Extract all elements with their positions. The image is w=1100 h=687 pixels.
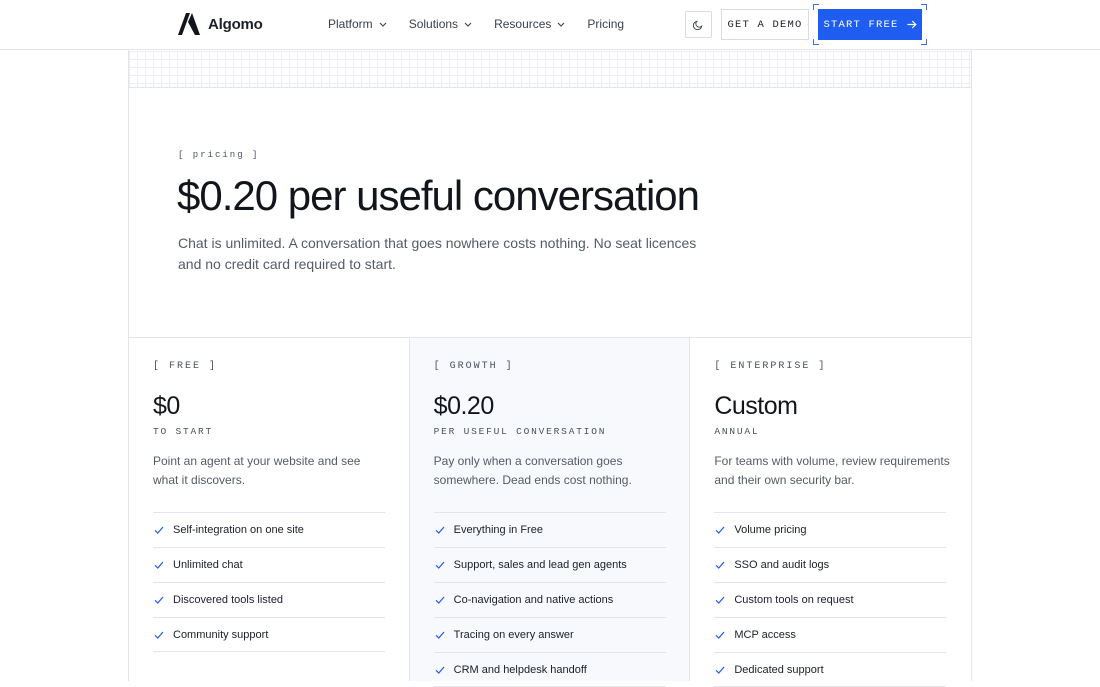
nav-label: Platform (328, 17, 373, 31)
plan-unit: ANNUAL (714, 426, 760, 437)
site-header: Algomo Platform Solutions Resources Pric… (0, 0, 1100, 50)
plan-tier: [ ENTERPRISE ] (714, 361, 827, 372)
feature-list: Everything in Free Support, sales and le… (433, 512, 666, 687)
feature-label: Unlimited chat (173, 559, 243, 571)
nav-resources[interactable]: Resources (494, 17, 565, 31)
feature-label: Dedicated support (734, 663, 824, 676)
plan-card-free: [ FREE ] $0 TO START Point an agent at y… (129, 338, 410, 681)
chevron-down-icon (379, 22, 387, 27)
feature-item: MCP access (714, 617, 947, 652)
start-free-button[interactable]: START FREE (818, 9, 922, 40)
feature-item: Support, sales and lead gen agents (433, 547, 666, 582)
check-icon (435, 631, 445, 639)
chevron-down-icon (464, 22, 472, 27)
check-icon (435, 666, 445, 674)
nav-label: Solutions (408, 17, 459, 31)
plan-unit: TO START (153, 426, 214, 437)
moon-icon (693, 20, 703, 30)
plan-unit: PER USEFUL CONVERSATION (433, 426, 607, 437)
plan-tier: [ FREE ] (153, 361, 218, 372)
nav-pricing[interactable]: Pricing (587, 17, 624, 31)
feature-list: Volume pricing SSO and audit logs Custom… (714, 512, 947, 687)
nav-label: Resources (494, 17, 552, 31)
feature-item: Tracing on every answer (433, 617, 666, 652)
nav-solutions[interactable]: Solutions (409, 17, 472, 31)
check-icon (435, 561, 445, 569)
plan-description: For teams with volume, review requiremen… (714, 454, 950, 487)
check-icon (715, 561, 725, 569)
check-icon (715, 631, 725, 639)
feature-label: Support, sales and lead gen agents (453, 559, 627, 571)
feature-item: Custom tools on request (714, 582, 947, 617)
feature-item: Unlimited chat (153, 547, 385, 582)
main-nav: Platform Solutions Resources Pricing (328, 17, 646, 31)
feature-label: Self-integration on one site (173, 524, 304, 536)
feature-label: CRM and helpdesk handoff (453, 663, 587, 676)
plan-description: Pay only when a conversation goes somewh… (433, 454, 632, 487)
plan-tier: [ GROWTH ] (433, 361, 514, 372)
nav-label: Pricing (587, 17, 625, 31)
feature-item: CRM and helpdesk handoff (433, 652, 666, 687)
pricing-cards: [ FREE ] $0 TO START Point an agent at y… (129, 337, 971, 687)
nav-platform[interactable]: Platform (328, 17, 387, 31)
plan-price: Custom (714, 392, 798, 420)
page-subtitle: Chat is unlimited. A conversation that g… (178, 235, 697, 272)
chevron-down-icon (558, 22, 565, 27)
plan-description: Point an agent at your website and see w… (153, 454, 361, 487)
feature-item: Everything in Free (433, 512, 666, 547)
brand-logo[interactable]: Algomo (178, 13, 263, 35)
get-demo-button[interactable]: GET A DEMO (721, 9, 809, 40)
check-icon (715, 666, 725, 674)
check-icon (154, 631, 164, 639)
feature-item: Co-navigation and native actions (433, 582, 666, 617)
plan-price: $0 (153, 392, 180, 420)
check-icon (154, 596, 164, 604)
feature-label: Custom tools on request (734, 594, 854, 606)
algomo-logo-icon (178, 13, 200, 35)
feature-item: Community support (153, 617, 385, 652)
feature-label: Community support (173, 628, 269, 641)
feature-label: Volume pricing (734, 524, 807, 536)
plan-card-growth: [ GROWTH ] $0.20 PER USEFUL CONVERSATION… (409, 338, 691, 687)
feature-label: Tracing on every answer (453, 629, 574, 641)
feature-item: SSO and audit logs (714, 547, 947, 582)
feature-item: Volume pricing (714, 512, 947, 547)
feature-list: Self-integration on one site Unlimited c… (153, 512, 385, 652)
arrow-right-icon (907, 20, 917, 29)
check-icon (435, 596, 445, 604)
feature-label: SSO and audit logs (734, 559, 830, 571)
feature-item: Discovered tools listed (153, 582, 385, 617)
check-icon (154, 561, 164, 569)
decorative-grid (129, 51, 971, 88)
plan-card-enterprise: [ ENTERPRISE ] Custom ANNUAL For teams w… (690, 338, 971, 687)
start-free-label: START FREE (823, 18, 899, 31)
check-icon (435, 526, 445, 534)
feature-label: MCP access (734, 629, 796, 641)
page-title: $0.20 per useful conversation (177, 172, 700, 219)
brand-name: Algomo (208, 15, 263, 33)
feature-item: Dedicated support (714, 652, 947, 687)
plan-price: $0.20 (433, 392, 495, 420)
check-icon (154, 526, 164, 534)
feature-label: Co-navigation and native actions (453, 594, 614, 606)
feature-label: Discovered tools listed (173, 594, 284, 606)
start-free-wrapper: START FREE (813, 4, 927, 45)
feature-label: Everything in Free (453, 524, 543, 536)
check-icon (715, 596, 725, 604)
check-icon (715, 526, 725, 534)
section-eyebrow: [ pricing ] (178, 150, 260, 160)
feature-item: Self-integration on one site (153, 512, 385, 547)
theme-toggle-button[interactable] (685, 11, 712, 38)
